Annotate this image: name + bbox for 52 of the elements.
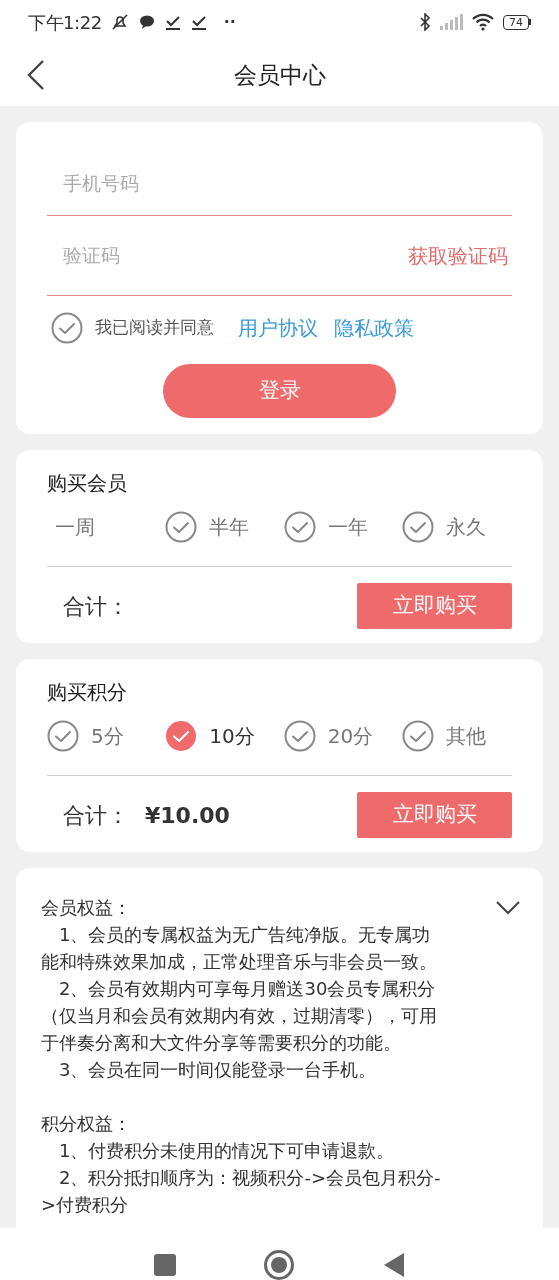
- option-label[interactable]: 其他: [446, 721, 486, 751]
- chat-bubble-icon: [137, 14, 156, 30]
- check-circle-icon[interactable]: [51, 312, 83, 344]
- total-label: 合计：: [63, 592, 129, 621]
- check-circle-icon[interactable]: [165, 511, 198, 543]
- code-field[interactable]: 验证码: [47, 241, 408, 270]
- option-label[interactable]: 20分: [327, 721, 374, 751]
- benefits-heading: 积分权益：: [41, 1112, 132, 1136]
- signal-icon: [439, 14, 463, 30]
- benefits-paragraph: 3、会员在同一时间仅能登录一台手机。: [58, 1058, 378, 1082]
- get-code-button[interactable]: 获取验证码: [408, 240, 512, 271]
- section-title: 购买积分: [47, 679, 128, 706]
- benefits-paragraph: 1、付费积分未使用的情况下可申请退款。: [58, 1139, 396, 1163]
- battery-indicator: 74: [503, 14, 531, 30]
- wifi-icon: [471, 13, 495, 31]
- benefits-paragraph: 2、会员有效期内可享每月赠送30会员专属积分（仅当月和会员有效期内有效，过期清零），可用于伴奏分离和大文件分享等需要积分的功能。: [41, 977, 438, 1055]
- download-check-icon: [189, 14, 208, 30]
- check-circle-icon[interactable]: [402, 511, 434, 543]
- more-notifications: ··: [223, 11, 236, 33]
- option-label[interactable]: 5分: [91, 721, 124, 751]
- page-title: 会员中心: [233, 60, 326, 90]
- home-nav-icon[interactable]: [263, 1249, 296, 1280]
- phone-field[interactable]: 手机号码: [47, 169, 512, 198]
- bluetooth-icon: [419, 13, 431, 31]
- benefits-heading: 会员权益：: [41, 896, 132, 920]
- total-label: 合计：: [63, 801, 129, 830]
- option-label[interactable]: 一周: [47, 512, 95, 542]
- check-circle-icon[interactable]: [283, 511, 316, 543]
- option-label[interactable]: 永久: [446, 512, 486, 542]
- square-nav-icon[interactable]: [153, 1254, 176, 1276]
- buy-button[interactable]: 立即购买: [357, 792, 512, 838]
- back-icon[interactable]: [26, 59, 46, 91]
- check-circle-icon[interactable]: [402, 720, 434, 752]
- benefits-paragraph: 1、会员的专属权益为无广告纯净版。无专属功能和特殊效果加成，正常处理音乐与非会员一致。: [41, 923, 438, 974]
- agree-text: 我已阅读并同意: [95, 316, 214, 340]
- option-label[interactable]: 10分: [209, 721, 255, 751]
- check-circle-icon[interactable]: [47, 720, 79, 752]
- benefits-paragraph: 2、积分抵扣顺序为：视频积分->会员包月积分->付费积分: [41, 1166, 442, 1217]
- policy-link[interactable]: 隐私政策: [334, 313, 414, 343]
- chevron-down-icon[interactable]: [495, 900, 521, 916]
- status-time: 下午1:22: [28, 10, 102, 35]
- back-nav-icon[interactable]: [383, 1252, 406, 1278]
- login-button[interactable]: 登录: [163, 364, 396, 418]
- policy-link[interactable]: 用户协议: [238, 313, 318, 343]
- check-circle-icon[interactable]: [165, 720, 198, 752]
- option-label[interactable]: 一年: [327, 512, 368, 542]
- buy-button[interactable]: 立即购买: [357, 583, 512, 629]
- check-circle-icon[interactable]: [283, 720, 316, 752]
- download-check-icon: [163, 14, 182, 30]
- total-amount: ¥10.00: [145, 801, 230, 830]
- section-title: 购买会员: [47, 470, 128, 497]
- option-label[interactable]: 半年: [209, 512, 250, 542]
